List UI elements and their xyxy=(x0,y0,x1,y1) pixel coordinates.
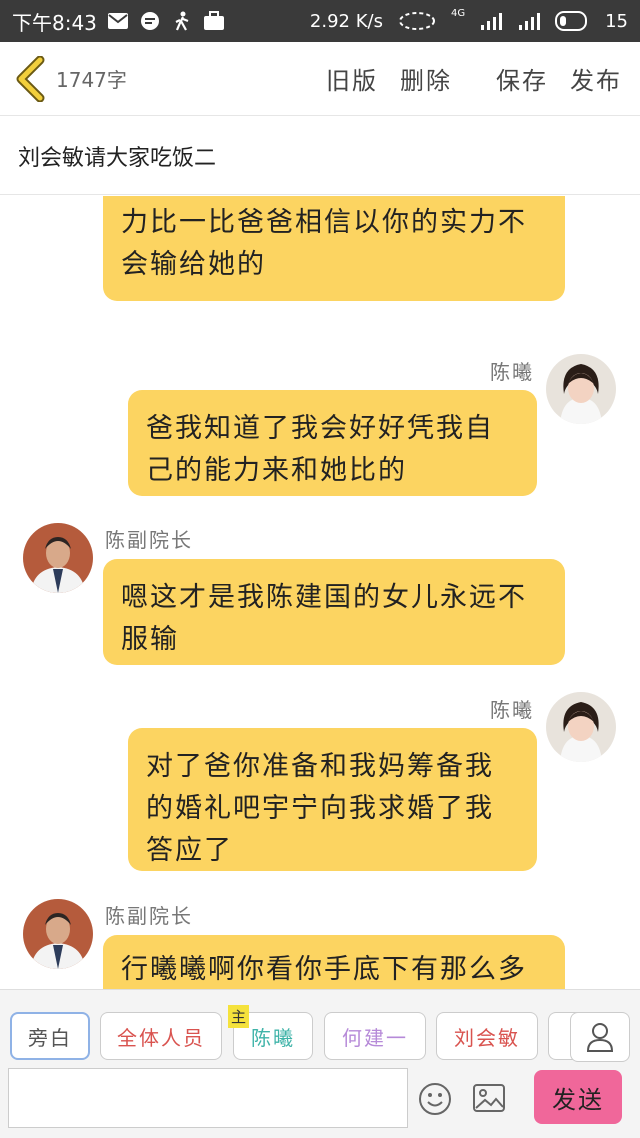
message-sender: 陈曦 xyxy=(490,698,534,722)
message-bubble: 行曦曦啊你看你手底下有那么多人 xyxy=(103,935,565,989)
alarm-icon xyxy=(398,12,435,30)
battery-icon xyxy=(555,11,588,31)
role-everyone[interactable]: 全体人员 xyxy=(100,1012,222,1060)
avatar-vice-president[interactable] xyxy=(23,899,93,969)
composer-bar: 旁白 全体人员 主 陈曦 何建一 刘会敏 发送 xyxy=(0,989,640,1138)
publish-button[interactable]: 发布 xyxy=(570,61,622,96)
role-label: 全体人员 xyxy=(117,1025,205,1050)
message-bubble: 对了爸你准备和我妈筹备我的婚礼吧宇宁向我求婚了我答应了 xyxy=(128,728,537,871)
character-manage-button[interactable] xyxy=(570,1012,630,1062)
message-bubble: 爸我知道了我会好好凭我自己的能力来和她比的 xyxy=(128,390,537,496)
save-button[interactable]: 保存 xyxy=(496,61,548,96)
back-button[interactable] xyxy=(0,42,60,116)
role-selector: 旁白 全体人员 主 陈曦 何建一 刘会敏 xyxy=(0,1005,640,1064)
image-icon[interactable] xyxy=(472,1082,506,1114)
avatar-vice-president[interactable] xyxy=(23,523,93,593)
delete-button[interactable]: 删除 xyxy=(400,61,452,96)
send-button[interactable]: 发送 xyxy=(534,1070,622,1124)
network-speed: 2.92 K/s xyxy=(309,10,383,32)
back-arrow-icon xyxy=(16,55,45,102)
signal-icon-2 xyxy=(519,13,541,30)
role-liu-huimin[interactable]: 刘会敏 xyxy=(436,1012,538,1060)
mail-icon xyxy=(107,13,128,29)
old-version-button[interactable]: 旧版 xyxy=(326,61,378,96)
role-narrator[interactable]: 旁白 xyxy=(10,1012,90,1060)
message-sender: 陈副院长 xyxy=(105,904,193,928)
message-bubble: 嗯这才是我陈建国的女儿永远不服输 xyxy=(103,559,565,665)
message-sender: 陈副院长 xyxy=(105,528,193,552)
battery-level: 15 xyxy=(605,10,628,32)
message-input[interactable] xyxy=(8,1068,408,1128)
briefcase-icon xyxy=(203,11,224,30)
message-bubble: 爸爸其实应该让你和刘会敏用实力比一比爸爸相信以你的实力不会输给她的 xyxy=(103,196,565,301)
role-label: 陈曦 xyxy=(251,1025,295,1050)
role-label: 何建一 xyxy=(342,1025,408,1050)
status-bar: 下午8:43 2.92 K/s 4G 15 xyxy=(0,0,640,42)
chat-area[interactable]: 爸爸其实应该让你和刘会敏用实力比一比爸爸相信以你的实力不会输给她的 陈曦 爸我知… xyxy=(0,196,640,989)
story-title[interactable]: 刘会敏请大家吃饭二 xyxy=(0,117,640,195)
network-type: 4G xyxy=(450,7,466,19)
role-chenxi[interactable]: 主 陈曦 xyxy=(228,1005,313,1060)
role-he-jianyi[interactable]: 何建一 xyxy=(324,1012,426,1060)
signal-icon xyxy=(481,13,503,30)
chat-icon xyxy=(140,12,159,30)
editor-header: 1747字 旧版 删除 保存 发布 xyxy=(0,42,640,116)
message-sender: 陈曦 xyxy=(490,360,534,384)
avatar-chenxi[interactable] xyxy=(546,354,616,424)
role-label: 旁白 xyxy=(28,1025,72,1050)
status-time: 下午8:43 xyxy=(12,10,97,35)
avatar-chenxi[interactable] xyxy=(546,692,616,762)
emoji-icon[interactable] xyxy=(418,1082,452,1116)
role-label: 刘会敏 xyxy=(454,1025,520,1050)
main-character-tag: 主 xyxy=(228,1005,250,1028)
person-icon xyxy=(586,1023,614,1052)
word-count: 1747字 xyxy=(56,68,127,92)
walking-icon xyxy=(175,11,189,31)
